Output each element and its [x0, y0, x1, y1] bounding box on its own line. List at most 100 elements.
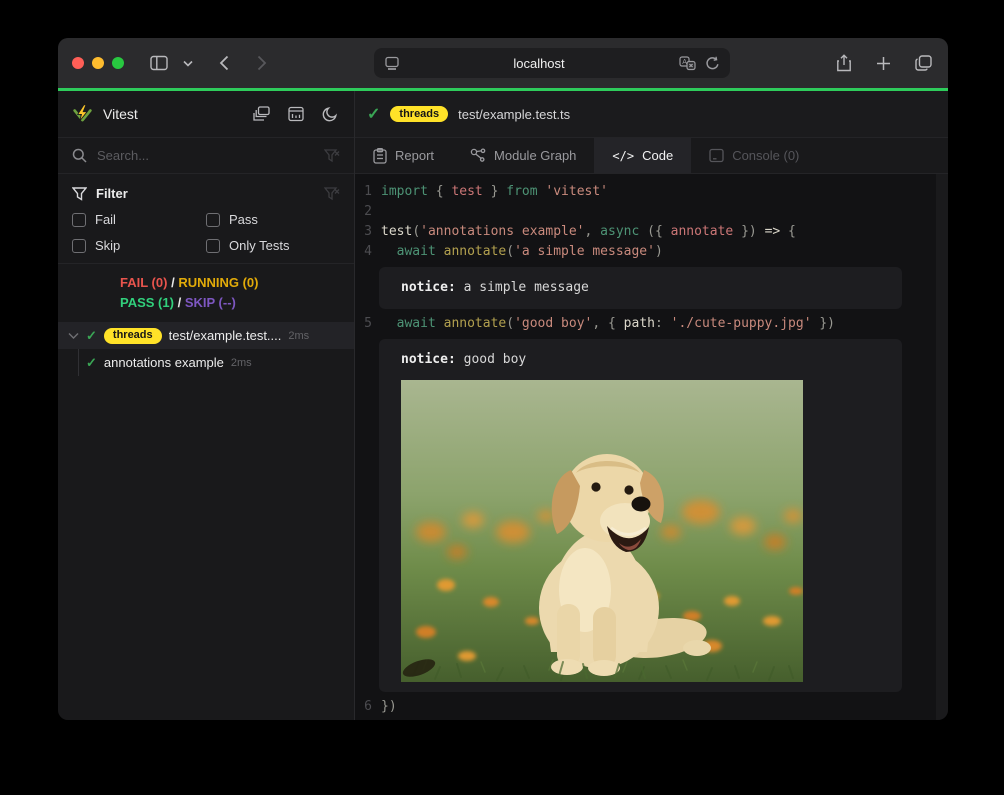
vitest-logo — [72, 104, 93, 124]
sidebar: Vitest — [58, 91, 355, 720]
tree-guide-line — [78, 349, 79, 376]
tab-report[interactable]: Report — [355, 138, 452, 173]
tab-console[interactable]: Console (0) — [691, 138, 817, 173]
code-line: 3test('annotations example', async ({ an… — [355, 222, 948, 242]
tab-module-graph[interactable]: Module Graph — [452, 138, 594, 173]
checkbox — [206, 239, 220, 253]
line-number: 3 — [355, 222, 381, 242]
share-button[interactable] — [834, 52, 854, 74]
chevron-right-icon — [257, 55, 267, 71]
running-count: RUNNING (0) — [178, 275, 258, 290]
filter-checkbox-pass[interactable]: Pass — [206, 212, 340, 227]
test-duration: 2ms — [288, 330, 309, 342]
tabs-overview-icon — [915, 55, 932, 71]
search-placeholder: Search... — [97, 148, 314, 163]
fail-count: FAIL (0) — [120, 275, 167, 290]
dashboard-icon — [288, 106, 304, 122]
check-icon: ✓ — [86, 355, 97, 371]
dashboard-button[interactable] — [286, 104, 306, 124]
file-header: ✓ threads test/example.test.ts — [355, 91, 948, 138]
line-number: 5 — [355, 314, 381, 334]
zoom-window-button[interactable] — [112, 57, 124, 69]
address-bar[interactable]: localhost A — [374, 48, 730, 78]
chevron-down-icon — [183, 60, 193, 67]
annotation-label: notice: — [401, 352, 464, 367]
stacked-panels-icon — [253, 106, 270, 122]
view-tabs: Report Module Graph </> Code — [355, 138, 948, 174]
pool-badge: threads — [104, 328, 162, 344]
line-number: 1 — [355, 182, 381, 202]
checkbox — [72, 213, 86, 227]
translate-icon[interactable]: A — [679, 56, 696, 71]
search-field[interactable]: Search... — [58, 138, 354, 174]
test-file-name: test/example.test.... — [169, 328, 282, 343]
clear-filter-icon[interactable] — [324, 187, 340, 201]
plus-icon — [876, 56, 891, 71]
annotation-notice: notice: a simple message — [379, 267, 902, 309]
sidebar-header: Vitest — [58, 91, 354, 138]
test-case-row[interactable]: ✓ annotations example 2ms — [58, 349, 354, 376]
checkbox — [72, 239, 86, 253]
sidebar-icon — [150, 55, 169, 71]
tab-overview-button[interactable] — [913, 53, 934, 73]
test-case-name: annotations example — [104, 355, 224, 370]
line-number: 7 — [355, 717, 381, 720]
skip-count: SKIP (--) — [185, 295, 236, 310]
browser-window: localhost A — [58, 38, 948, 720]
check-icon: ✓ — [86, 328, 97, 344]
code-line: 6}) — [355, 697, 948, 717]
line-number: 4 — [355, 242, 381, 262]
code-lines: 1import { test } from 'vitest'23test('an… — [355, 182, 948, 720]
browser-toolbar: localhost A — [58, 38, 948, 88]
open-file-name: test/example.test.ts — [458, 107, 570, 122]
search-icon — [72, 148, 87, 163]
pass-count: PASS (1) — [120, 295, 174, 310]
check-icon: ✓ — [367, 104, 380, 124]
filter-section: Filter Fail Pass — [58, 174, 354, 264]
test-file-row[interactable]: ✓ threads test/example.test.... 2ms — [58, 322, 354, 349]
module-graph-icon — [470, 148, 486, 163]
main-panel: ✓ threads test/example.test.ts Report — [355, 91, 948, 720]
filter-label: Filter — [96, 186, 315, 201]
annotation-message: good boy — [464, 352, 527, 367]
filter-checkbox-only-tests[interactable]: Only Tests — [206, 238, 340, 253]
code-line: 1import { test } from 'vitest' — [355, 182, 948, 202]
new-tab-button[interactable] — [874, 54, 893, 73]
tab-code[interactable]: </> Code — [594, 138, 691, 173]
forward-button[interactable] — [255, 53, 269, 73]
puppy-image — [401, 380, 803, 682]
test-status-summary: FAIL (0) / RUNNING (0) PASS (1) / SKIP (… — [58, 264, 354, 322]
page-icon — [384, 56, 400, 71]
window-controls — [72, 57, 124, 69]
line-number: 2 — [355, 202, 381, 222]
clear-search-filter-icon[interactable] — [324, 149, 340, 163]
sidebar-toggle-button[interactable] — [148, 53, 171, 73]
reload-icon[interactable] — [705, 56, 720, 71]
annotation-notice: notice: good boy — [379, 339, 902, 692]
funnel-icon — [72, 187, 87, 201]
sidebar-menu-chevron[interactable] — [181, 58, 195, 69]
back-button[interactable] — [217, 53, 231, 73]
close-window-button[interactable] — [72, 57, 84, 69]
collapse-panels-button[interactable] — [251, 104, 272, 124]
chevron-down-icon — [68, 332, 79, 340]
code-line: 7 — [355, 717, 948, 720]
pool-badge: threads — [390, 106, 448, 122]
code-line: 2 — [355, 202, 948, 222]
vertical-scrollbar[interactable] — [936, 174, 948, 720]
test-duration: 2ms — [231, 357, 252, 369]
url-text: localhost — [400, 56, 679, 71]
annotation-label: notice: — [401, 280, 464, 295]
annotation-message: a simple message — [464, 280, 589, 295]
code-line: 5 await annotate('good boy', { path: './… — [355, 314, 948, 334]
code-editor: 1import { test } from 'vitest'23test('an… — [355, 174, 948, 720]
console-icon — [709, 148, 724, 163]
minimize-window-button[interactable] — [92, 57, 104, 69]
filter-checkbox-skip[interactable]: Skip — [72, 238, 206, 253]
code-line: 4 await annotate('a simple message') — [355, 242, 948, 262]
theme-toggle-button[interactable] — [320, 104, 340, 124]
line-number: 6 — [355, 697, 381, 717]
code-icon: </> — [612, 149, 634, 163]
filter-checkbox-fail[interactable]: Fail — [72, 212, 206, 227]
share-icon — [836, 54, 852, 72]
